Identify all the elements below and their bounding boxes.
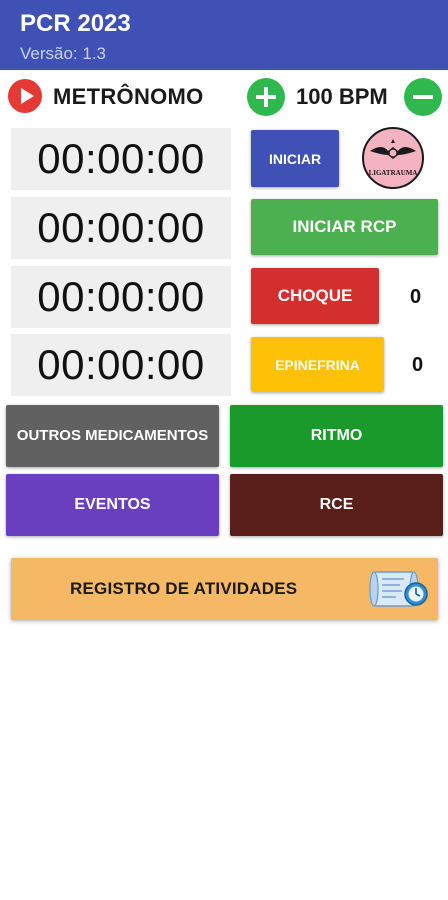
logo-emblem-icon <box>370 139 416 159</box>
bpm-decrease-button[interactable] <box>404 78 442 116</box>
rce-button[interactable]: RCE <box>230 474 443 536</box>
eventos-button[interactable]: EVENTOS <box>6 474 219 536</box>
play-icon <box>21 88 34 104</box>
iniciar-rcp-button[interactable]: INICIAR RCP <box>251 199 438 255</box>
scroll-clock-icon <box>369 571 428 607</box>
app-bar: PCR 2023 Versão: 1.3 <box>0 0 448 70</box>
minus-icon <box>413 95 433 99</box>
timer-choque: 00:00:00 <box>11 266 231 328</box>
logo-text: LIGATRAUMA <box>368 169 418 177</box>
metronome-play-button[interactable] <box>8 79 42 113</box>
outros-medicamentos-button[interactable]: OUTROS MEDICAMENTOS <box>6 405 219 467</box>
bpm-value: 100 BPM <box>296 84 388 109</box>
metronome-label: METRÔNOMO <box>53 84 204 109</box>
ligatrauma-logo: LIGATRAUMA <box>362 127 424 189</box>
metronome-row: METRÔNOMO 100 BPM <box>0 76 448 116</box>
epinefrina-button[interactable]: EPINEFRINA <box>251 337 384 392</box>
plus-icon <box>256 87 276 107</box>
registro-atividades-button[interactable]: REGISTRO DE ATIVIDADES <box>11 558 438 620</box>
ritmo-button[interactable]: RITMO <box>230 405 443 467</box>
epinefrina-count: 0 <box>412 354 424 376</box>
iniciar-button[interactable]: INICIAR <box>251 130 339 187</box>
registro-label: REGISTRO DE ATIVIDADES <box>70 579 298 598</box>
timer-rcp: 00:00:00 <box>11 197 231 259</box>
app-title: PCR 2023 <box>20 10 131 37</box>
app-version: Versão: 1.3 <box>20 44 107 63</box>
choque-count: 0 <box>410 286 422 308</box>
bpm-increase-button[interactable] <box>247 78 285 116</box>
choque-button[interactable]: CHOQUE <box>251 268 379 324</box>
timer-main: 00:00:00 <box>11 128 231 190</box>
timer-epinefrina: 00:00:00 <box>11 334 231 396</box>
